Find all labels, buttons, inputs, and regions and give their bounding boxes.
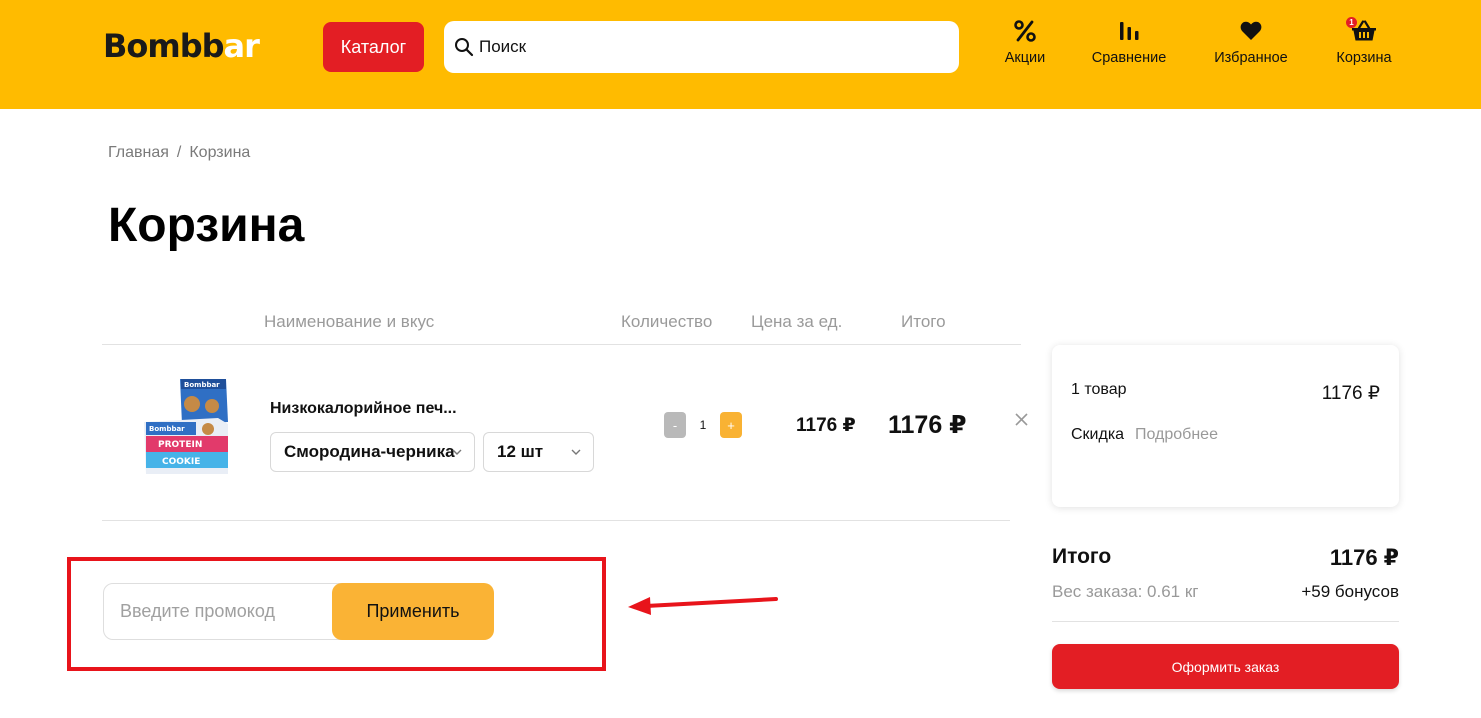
catalog-button[interactable]: Каталог: [323, 22, 424, 72]
search-icon: [455, 38, 474, 57]
column-header-quantity: Количество: [621, 312, 713, 331]
quantity-value[interactable]: 1: [686, 418, 720, 432]
search-input[interactable]: [479, 37, 939, 57]
discount-details-link[interactable]: Подробнее: [1135, 426, 1218, 444]
chevron-down-icon: [571, 449, 581, 455]
cart-count-badge: 1: [1346, 17, 1357, 28]
table-divider-top: [102, 344, 1021, 345]
product-image-brand-front: Bombbar: [149, 425, 185, 433]
quantity-stepper: - 1 +: [664, 412, 742, 438]
annotation-arrow-icon: [628, 597, 778, 615]
quantity-increase-button[interactable]: +: [720, 412, 742, 438]
logo-main: Bombb: [103, 27, 225, 65]
chevron-down-icon: [452, 449, 462, 455]
nav-cart[interactable]: 1 Корзина: [1333, 17, 1395, 70]
nav-promotions[interactable]: Акции: [1001, 18, 1049, 70]
table-divider-bottom: [102, 520, 1010, 521]
product-name[interactable]: Низкокалорийное печ...: [270, 400, 457, 418]
breadcrumb-current: Корзина: [189, 144, 251, 161]
summary-discount-label: Скидка: [1071, 426, 1125, 443]
product-image-protein-text: PROTEIN: [158, 440, 202, 450]
order-summary-card: 1 товар 1176 ₽ Скидка Подробнее: [1052, 345, 1399, 507]
logo-accent: ar: [223, 27, 260, 65]
summary-divider: [1052, 621, 1399, 622]
search-bar[interactable]: [444, 21, 959, 73]
order-total-label: Итого: [1052, 545, 1112, 568]
nav-compare[interactable]: Сравнение: [1089, 18, 1169, 70]
product-image-cookie-text: COOKIE: [162, 457, 200, 467]
nav-favorites-label: Избранное: [1214, 50, 1288, 66]
nav-promotions-label: Акции: [1004, 50, 1046, 66]
nav-cart-label: Корзина: [1336, 50, 1392, 66]
site-header: Bombbar Каталог Акции Сравнение Избранно…: [0, 0, 1481, 109]
compare-icon: [1118, 18, 1140, 44]
summary-items-price: 1176 ₽: [1321, 383, 1380, 404]
percent-icon: [1013, 18, 1037, 44]
promo-code-input[interactable]: [103, 583, 353, 640]
product-image[interactable]: Bombbar PROTEIN COOKIE Bombbar: [138, 374, 240, 476]
checkout-button[interactable]: Оформить заказ: [1052, 644, 1399, 689]
unit-price: 1176 ₽: [796, 415, 856, 436]
breadcrumb-home[interactable]: Главная: [108, 144, 169, 162]
pack-size-select[interactable]: 12 шт: [483, 432, 594, 472]
nav-favorites[interactable]: Избранное: [1211, 18, 1291, 70]
breadcrumb: Главная / Корзина: [108, 144, 250, 162]
column-header-unit-price: Цена за ед.: [751, 312, 843, 331]
flavor-select[interactable]: Смородина-черника: [270, 432, 475, 472]
summary-item-count: 1 товар: [1071, 381, 1127, 398]
breadcrumb-separator: /: [176, 144, 182, 161]
order-weight: Вес заказа: 0.61 кг: [1052, 582, 1199, 601]
column-header-total: Итого: [901, 312, 946, 331]
order-total-value: 1176 ₽: [1329, 545, 1399, 570]
product-image-brand-back: Bombbar: [184, 381, 220, 389]
nav-compare-label: Сравнение: [1091, 50, 1167, 66]
order-bonus: +59 бонусов: [1301, 582, 1399, 601]
heart-icon: [1240, 18, 1262, 44]
item-total-price: 1176 ₽: [888, 411, 967, 439]
basket-icon: 1: [1346, 17, 1377, 44]
quantity-decrease-button[interactable]: -: [664, 412, 686, 438]
pack-size-select-value: 12 шт: [497, 442, 544, 461]
logo[interactable]: Bombbar: [103, 27, 260, 65]
flavor-select-value: Смородина-черника: [284, 442, 455, 461]
column-header-name: Наименование и вкус: [264, 312, 435, 331]
remove-item-icon[interactable]: [1013, 411, 1030, 428]
page-title: Корзина: [108, 199, 305, 252]
apply-promo-button[interactable]: Применить: [332, 583, 494, 640]
